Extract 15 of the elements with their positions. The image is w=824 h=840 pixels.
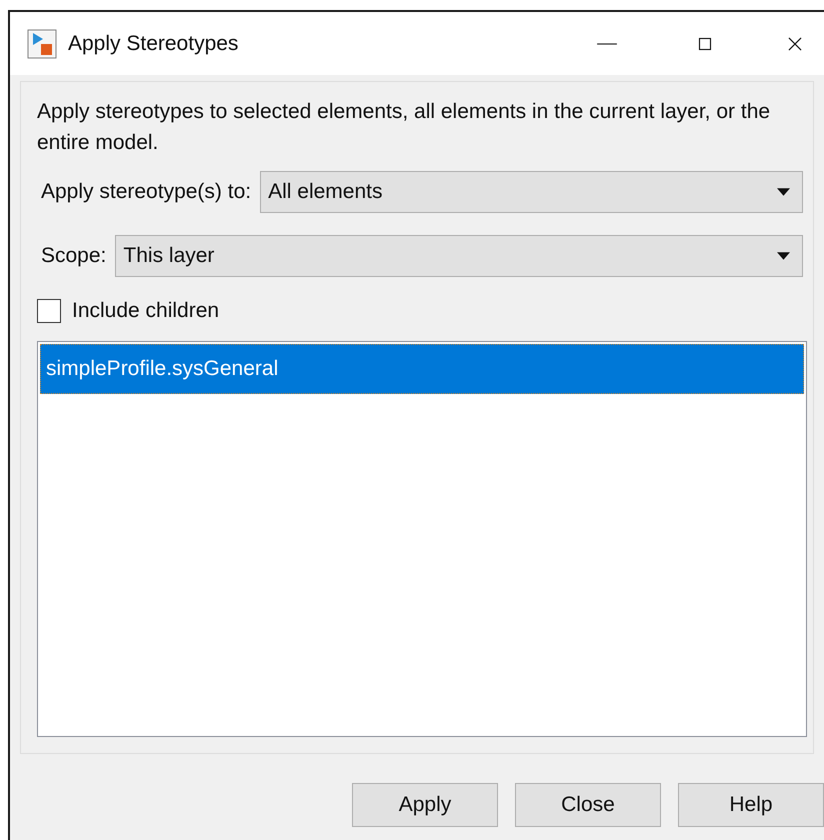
- dropdown[interactable]: All elements: [260, 171, 803, 213]
- field-label: Scope:: [41, 244, 106, 268]
- dropdown[interactable]: This layer: [115, 235, 803, 277]
- dialog-button[interactable]: Help: [678, 783, 824, 827]
- description-text: Apply stereotypes to selected elements, all elements in the current layer, or the entire model.: [37, 99, 772, 156]
- field-label: Apply stereotype(s) to:: [41, 180, 252, 204]
- list-item[interactable]: simpleProfile.sysGeneral: [40, 344, 804, 394]
- checkbox-label: Include children: [72, 299, 220, 323]
- caret-icon: [777, 188, 790, 196]
- dialog-button[interactable]: Close: [515, 783, 661, 827]
- window-title: Apply Stereotypes: [68, 32, 238, 56]
- dialog-button[interactable]: Apply: [352, 783, 498, 827]
- checkbox[interactable]: [37, 299, 61, 323]
- caret-icon: [777, 252, 790, 260]
- app-icon: [27, 28, 57, 58]
